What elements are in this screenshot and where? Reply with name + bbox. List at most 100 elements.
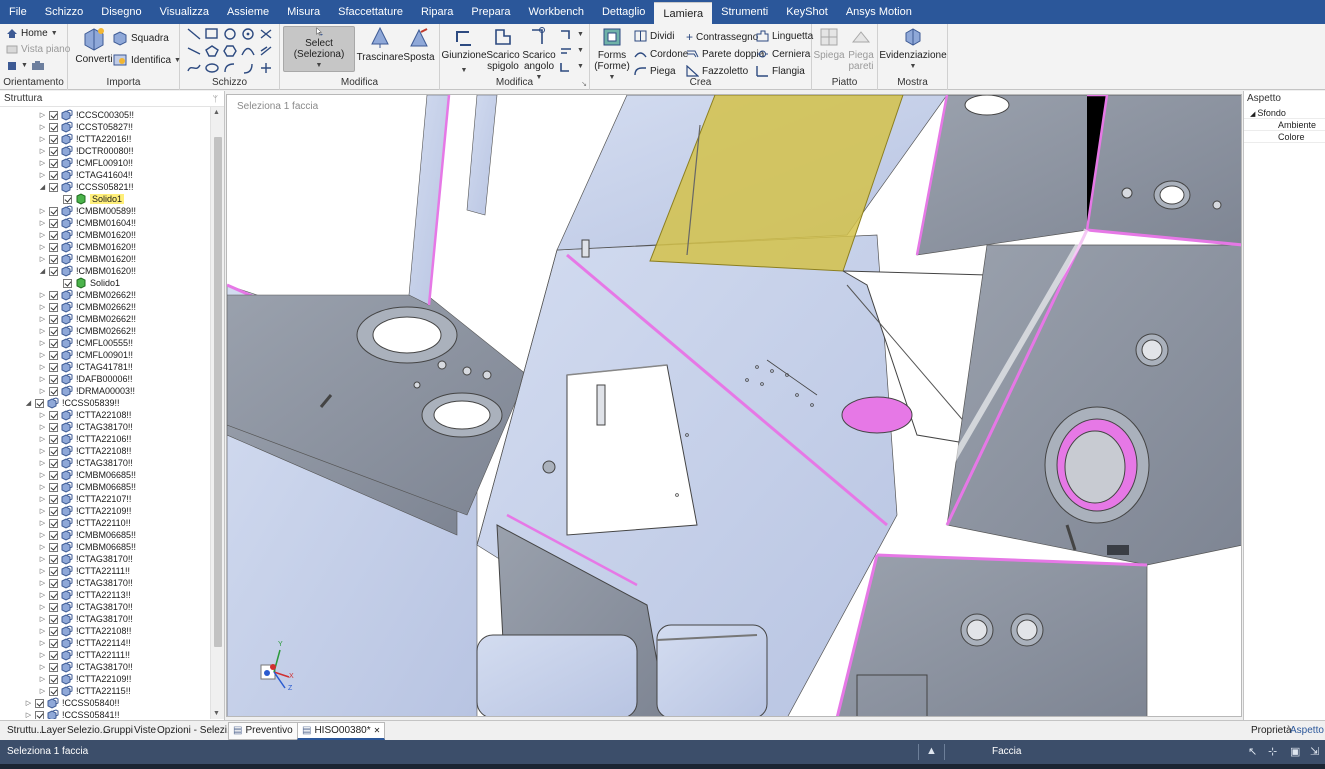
hexagon-tool-icon[interactable] <box>222 44 238 58</box>
expand-icon[interactable]: ▷ <box>38 687 47 695</box>
giunzione-button[interactable]: Giunzione ▼ <box>441 26 487 76</box>
tree-component-item[interactable]: ▷ !CMBM01604!! <box>38 217 136 229</box>
visibility-checkbox[interactable] <box>49 170 58 180</box>
tree-component-item[interactable]: ▷ !CMBM06685!! <box>38 541 136 553</box>
expand-icon[interactable]: ▷ <box>38 375 47 383</box>
menu-tab-lamiera[interactable]: Lamiera <box>654 2 713 24</box>
expand-icon[interactable]: ▷ <box>38 231 47 239</box>
right-panel-tab[interactable]: Aspetto <box>1287 723 1325 739</box>
tree-component-item[interactable]: ▷ !CMFL00910!! <box>38 157 133 169</box>
menu-tab-dettaglio[interactable]: Dettaglio <box>593 0 654 24</box>
visibility-checkbox[interactable] <box>49 650 58 660</box>
triangle-up-icon[interactable]: ▲ <box>926 745 937 757</box>
visibility-checkbox[interactable] <box>49 638 58 648</box>
tangent-line-icon[interactable] <box>186 44 202 58</box>
view-cube-button[interactable]: ▼ <box>6 60 45 71</box>
tree-component-item[interactable]: ▷ !CTTA22109!! <box>38 505 131 517</box>
menu-tab-prepara[interactable]: Prepara <box>462 0 519 24</box>
scroll-thumb[interactable] <box>214 137 222 647</box>
menu-tab-workbench[interactable]: Workbench <box>520 0 593 24</box>
polygon-tool-icon[interactable] <box>204 44 220 58</box>
panel-tab[interactable]: Opzioni - Selezi... <box>154 723 238 739</box>
point-tool-icon[interactable] <box>258 61 274 75</box>
expand-icon[interactable]: ▷ <box>38 339 47 347</box>
tree-solid-item[interactable]: Solido1 <box>52 277 120 289</box>
corner-tool-1-dropdown[interactable]: ▼ <box>577 31 584 38</box>
expand-icon[interactable]: ▷ <box>38 627 47 635</box>
sposta-button[interactable]: Sposta <box>402 26 436 63</box>
expand-icon[interactable]: ▷ <box>38 579 47 587</box>
tree-component-item[interactable]: ▷ !CMBM06685!! <box>38 481 136 493</box>
window-icon[interactable]: ▣ <box>1290 745 1300 758</box>
tree-component-item[interactable]: ▷ !CTAG38170!! <box>38 601 133 613</box>
tree-component-item[interactable]: ▷ !CTTA22115!! <box>38 685 131 697</box>
cerniera-button[interactable]: Cerniera <box>756 48 810 60</box>
corner-tool-2-icon[interactable] <box>558 44 574 58</box>
visibility-checkbox[interactable] <box>49 458 58 468</box>
expand-icon[interactable]: ▷ <box>38 363 47 371</box>
trascinare-button[interactable]: Trascinare <box>357 26 403 63</box>
visibility-checkbox[interactable] <box>49 434 58 444</box>
expand-icon[interactable]: ▷ <box>38 555 47 563</box>
visibility-checkbox[interactable] <box>49 626 58 636</box>
home-button[interactable]: Home ▼ <box>6 28 58 39</box>
selection-filter-icon[interactable]: ⊹ <box>1268 745 1277 758</box>
expand-icon[interactable]: ▷ <box>38 147 47 155</box>
tree-component-item[interactable]: ▷ !CTTA22106!! <box>38 433 131 445</box>
expand-icon[interactable]: ▷ <box>38 207 47 215</box>
tree-component-item[interactable]: ▷ !CTTA22113!! <box>38 589 131 601</box>
tree-component-item[interactable]: ◢ !CCSS05839!! <box>24 397 120 409</box>
visibility-checkbox[interactable] <box>49 614 58 624</box>
tree-component-item[interactable]: ▷ !CMBM02662!! <box>38 325 136 337</box>
model-render[interactable] <box>227 95 1242 717</box>
vista-piano-button[interactable]: Vista piano <box>6 44 70 55</box>
expand-icon[interactable]: ▷ <box>24 699 33 707</box>
visibility-checkbox[interactable] <box>49 182 58 192</box>
tree-solid-item[interactable]: Solido1 <box>52 193 125 205</box>
scroll-down-icon[interactable]: ▼ <box>213 710 220 717</box>
arc-3p-tool-icon[interactable] <box>222 61 238 75</box>
visibility-checkbox[interactable] <box>49 146 58 156</box>
expand-icon[interactable]: ▷ <box>38 123 47 131</box>
scroll-up-icon[interactable]: ▲ <box>213 109 220 116</box>
visibility-checkbox[interactable] <box>49 314 58 324</box>
expand-icon[interactable]: ▷ <box>38 531 47 539</box>
visibility-checkbox[interactable] <box>49 218 58 228</box>
visibility-checkbox[interactable] <box>35 698 44 708</box>
tree-component-item[interactable]: ▷ !CTTA22111!! <box>38 649 130 661</box>
pin-icon[interactable]: ᛘ <box>213 91 218 107</box>
tree-component-item[interactable]: ▷ !CMBM06685!! <box>38 469 136 481</box>
expand-icon[interactable]: ▷ <box>38 219 47 227</box>
menu-tab-ripara[interactable]: Ripara <box>412 0 462 24</box>
arc-tool-icon[interactable] <box>240 44 256 58</box>
visibility-checkbox[interactable] <box>49 266 58 276</box>
expand-icon[interactable]: ▷ <box>38 651 47 659</box>
tree-component-item[interactable]: ▷ !CTAG38170!! <box>38 553 133 565</box>
expand-icon[interactable]: ▷ <box>38 567 47 575</box>
expand-icon[interactable]: ▷ <box>38 315 47 323</box>
tree-component-item[interactable]: ▷ !CTTA22109!! <box>38 673 131 685</box>
aspect-row[interactable]: Ambiente <box>1244 119 1325 131</box>
visibility-checkbox[interactable] <box>49 422 58 432</box>
visibility-checkbox[interactable] <box>49 362 58 372</box>
line-tool-icon[interactable] <box>186 27 202 41</box>
tree-component-item[interactable]: ▷ !DRMA00003!! <box>38 385 135 397</box>
collapse-icon[interactable]: ◢ <box>38 267 47 275</box>
menu-tab-sfaccettature[interactable]: Sfaccettature <box>329 0 412 24</box>
expand-icon[interactable]: ▷ <box>38 591 47 599</box>
expand-icon[interactable]: ▷ <box>38 459 47 467</box>
spline-tool-icon[interactable] <box>186 61 202 75</box>
expand-icon[interactable]: ▷ <box>38 423 47 431</box>
visibility-checkbox[interactable] <box>49 662 58 672</box>
linguetta-button[interactable]: Linguetta <box>756 30 813 42</box>
tree-component-item[interactable]: ▷ !CTAG38170!! <box>38 421 133 433</box>
corner-tool-1-icon[interactable] <box>558 28 574 42</box>
corner-tool-3-dropdown[interactable]: ▼ <box>577 63 584 70</box>
expand-icon[interactable]: ▷ <box>38 327 47 335</box>
evidenziazione-button[interactable]: Evidenziazione ▼ <box>879 26 947 72</box>
piega-button[interactable]: Piega <box>634 65 676 77</box>
visibility-checkbox[interactable] <box>49 158 58 168</box>
identifica-button[interactable]: Identifica ▼ <box>112 52 181 68</box>
expand-icon[interactable]: ▷ <box>38 615 47 623</box>
tree-component-item[interactable]: ▷ !CMBM02662!! <box>38 313 136 325</box>
